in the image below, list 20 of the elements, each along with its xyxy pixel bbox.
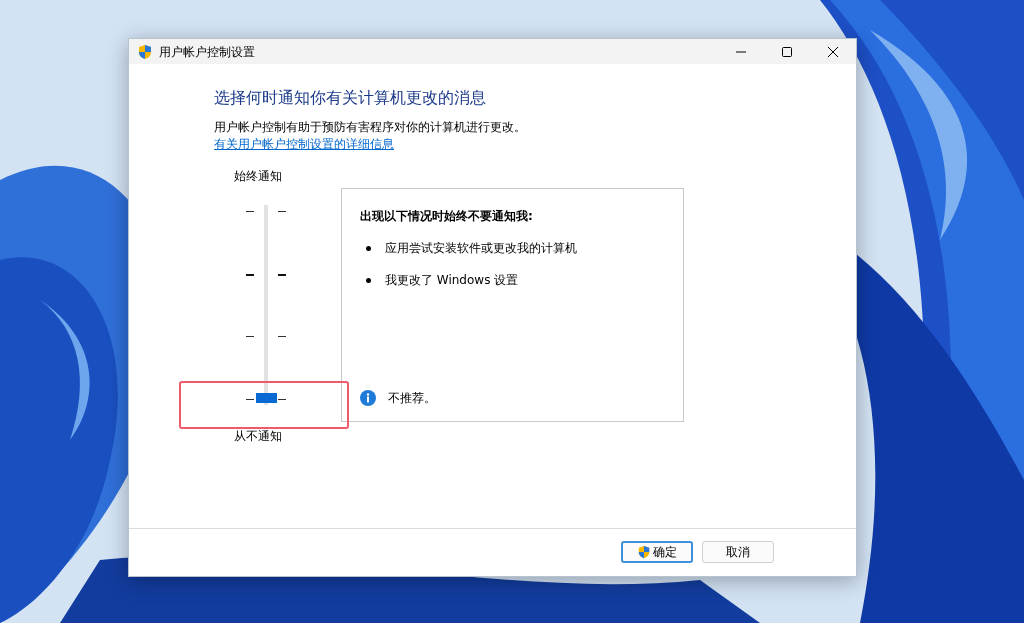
slider-bottom-label: 从不通知 [233, 429, 283, 444]
list-item-text: 我更改了 Windows 设置 [385, 272, 519, 290]
heading: 选择何时通知你有关计算机更改的消息 [214, 88, 487, 108]
list-item-text: 应用尝试安装软件或更改我的计算机 [385, 240, 577, 258]
slider-thumb[interactable] [256, 392, 277, 403]
slider-top-label: 始终通知 [233, 169, 283, 184]
shield-icon [637, 544, 651, 559]
info-icon [360, 390, 376, 407]
description-text: 用户帐户控制有助于预防有害程序对你的计算机进行更改。 [214, 119, 527, 136]
ok-button[interactable]: 确定 [621, 540, 693, 563]
maximize-icon [782, 46, 792, 57]
shield-icon [137, 43, 153, 60]
panel-title: 出现以下情况时始终不要通知我: [360, 208, 534, 226]
bullet-icon [366, 245, 371, 251]
details-link[interactable]: 有关用户帐户控制设置的详细信息 [214, 137, 394, 152]
close-icon [828, 46, 838, 57]
cancel-button[interactable]: 取消 [702, 540, 774, 563]
bullet-icon [366, 277, 371, 283]
note-text: 不推荐。 [388, 390, 436, 408]
window-title: 用户帐户控制设置 [159, 43, 255, 61]
